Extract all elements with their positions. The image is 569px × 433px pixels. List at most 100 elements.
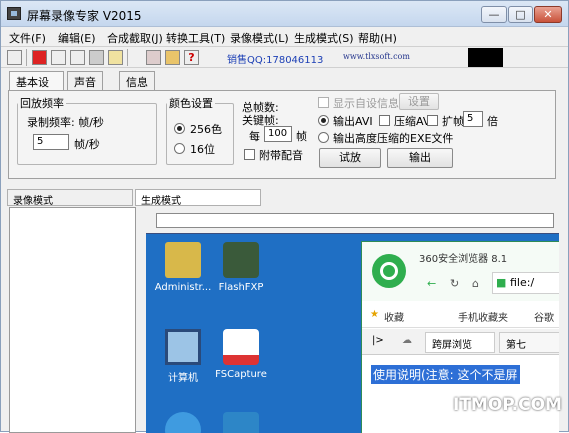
times-label: 倍 xyxy=(487,115,498,128)
toolbar-separator xyxy=(26,49,27,66)
title-bar[interactable]: 屏幕录像专家 V2015 — □ ✕ xyxy=(1,1,568,27)
keyframe-input[interactable]: 100 xyxy=(264,126,292,142)
trial-button[interactable]: 试放 xyxy=(319,148,381,168)
sales-qq: 销售QQ:178046113 xyxy=(227,55,324,66)
playback-group: 回放频率 xyxy=(17,95,157,165)
fps-unit: 帧/秒 xyxy=(74,138,100,151)
minimize-button[interactable]: — xyxy=(481,6,507,23)
browser-header: 360安全浏览器 8.1 ← ↻ ⌂ ■ file:/ xyxy=(362,242,559,301)
maximize-button[interactable]: □ xyxy=(508,6,533,23)
bookmark-google[interactable]: 谷歌 xyxy=(534,309,554,324)
360-logo-icon xyxy=(372,254,406,288)
desktop-icon-flashfxp: FlashFXP xyxy=(206,242,276,293)
color-256-radio[interactable] xyxy=(174,123,185,134)
desktop-icon-fscapture-label: FSCapture xyxy=(215,369,267,380)
selected-text: 使用说明(注意: 这个不是屏 xyxy=(371,365,520,384)
output-button[interactable]: 输出 xyxy=(387,148,453,168)
output-avi-radio[interactable] xyxy=(318,115,329,126)
refresh-icon[interactable]: ↻ xyxy=(450,277,459,290)
toolbar: ? 销售QQ:178046113 www.tlxsoft.com xyxy=(1,46,568,68)
status-field xyxy=(156,213,554,228)
browser-tab-active-label: 跨屏浏览 xyxy=(432,340,472,351)
browser-tab-second[interactable]: 第七 xyxy=(499,332,559,353)
color-256-label: 256色 xyxy=(190,123,222,136)
shield-icon: ■ xyxy=(496,276,507,289)
home-icon[interactable]: ⌂ xyxy=(472,277,479,290)
compress-avi-checkbox[interactable] xyxy=(379,115,390,126)
record-icon[interactable] xyxy=(32,50,47,65)
audio-checkbox[interactable] xyxy=(244,149,255,160)
bookmark-mobile[interactable]: 手机收藏夹 xyxy=(458,309,508,324)
flashfxp-icon xyxy=(223,242,259,278)
basic-settings-panel: 回放频率 录制频率: 帧/秒 5 帧/秒 颜色设置 256色 16位 总帧数: … xyxy=(8,90,556,179)
tab-record-mode[interactable]: 录像模式 xyxy=(7,189,133,207)
desktop-icon-fscapture: FSCapture xyxy=(206,329,276,380)
sidebar-toggle-icon[interactable]: |> xyxy=(372,335,384,346)
stop-icon[interactable] xyxy=(70,50,85,65)
playback-legend: 回放频率 xyxy=(20,97,64,110)
record-rate-label: 录制频率: 帧/秒 xyxy=(27,116,104,129)
fscapture-icon xyxy=(223,329,259,365)
help-icon[interactable]: ? xyxy=(184,50,199,65)
cloud-icon[interactable]: ☁ xyxy=(402,335,412,346)
settings-tool-icon[interactable] xyxy=(146,50,161,65)
menu-bar: 文件(F) 编辑(E) 合成截取(J) 转换工具(T) 录像模式(L) 生成模式… xyxy=(1,28,568,46)
menu-edit[interactable]: 编辑(E) xyxy=(58,30,96,46)
browser-tab-active[interactable]: 跨屏浏览 xyxy=(425,332,495,353)
address-bar[interactable]: ■ file:/ xyxy=(492,272,559,294)
app-icon xyxy=(7,7,21,20)
menu-file[interactable]: 文件(F) xyxy=(9,30,46,46)
tab-generate-mode[interactable]: 生成模式 xyxy=(135,189,261,207)
recording-list[interactable] xyxy=(9,207,136,433)
computer-icon xyxy=(165,329,201,365)
toolbar-separator xyxy=(127,49,128,66)
app-window: 屏幕录像专家 V2015 — □ ✕ 文件(F) 编辑(E) 合成截取(J) 转… xyxy=(0,0,569,433)
output-exe-label: 输出高度压缩的EXE文件 xyxy=(333,132,454,145)
browser-name: 360安全浏览器 8.1 xyxy=(419,254,508,265)
settings-button[interactable]: 设置 xyxy=(399,93,439,110)
desktop-icon-computer-label: 计算机 xyxy=(168,373,198,384)
menu-help[interactable]: 帮助(H) xyxy=(358,30,397,46)
color-16bit-label: 16位 xyxy=(190,143,215,156)
menu-compose[interactable]: 合成截取(J) xyxy=(107,30,163,46)
menu-generate-mode[interactable]: 生成模式(S) xyxy=(294,30,354,46)
tab-sound[interactable]: 声音 xyxy=(67,71,103,91)
expand-frames-label: 扩帧 xyxy=(442,115,464,128)
tab-info[interactable]: 信息 xyxy=(119,71,155,91)
show-info-label: 显示自设信息 xyxy=(333,97,399,110)
back-arrow-icon[interactable]: ← xyxy=(427,277,436,290)
app-icon-blue xyxy=(223,412,259,433)
menu-record-mode[interactable]: 录像模式(L) xyxy=(230,30,289,46)
footer-text: 《LXE播放器》用于播放屏 xyxy=(396,418,542,432)
address-text: file:/ xyxy=(510,276,535,289)
show-info-checkbox[interactable] xyxy=(318,97,329,108)
browser-tab-second-label: 第七 xyxy=(506,340,526,351)
frame-unit: 帧 xyxy=(296,130,307,143)
bookmark-favorites[interactable]: 收藏 xyxy=(384,309,404,324)
wand-icon[interactable] xyxy=(108,50,123,65)
bookmark-bar: ★ 收藏 手机收藏夹 谷歌 xyxy=(362,304,559,328)
browser-tabbar: |> ☁ 跨屏浏览 第七 xyxy=(362,329,559,355)
window-title: 屏幕录像专家 V2015 xyxy=(27,9,142,23)
output-exe-radio[interactable] xyxy=(318,132,329,143)
output-avi-label: 输出AVI xyxy=(333,115,373,128)
folder-user-icon xyxy=(165,242,201,278)
every-label: 每 xyxy=(249,130,260,143)
tab-basic[interactable]: 基本设置 xyxy=(9,71,64,105)
fps-input[interactable]: 5 xyxy=(33,134,69,150)
color-legend: 颜色设置 xyxy=(169,97,213,110)
lock-icon[interactable] xyxy=(165,50,180,65)
globe-icon xyxy=(165,412,201,433)
expand-frames-checkbox[interactable] xyxy=(427,115,438,126)
close-button[interactable]: ✕ xyxy=(534,6,562,23)
color-16bit-radio[interactable] xyxy=(174,143,185,154)
desktop-icon-flashfxp-label: FlashFXP xyxy=(218,282,264,293)
pause-icon[interactable] xyxy=(51,50,66,65)
menu-convert[interactable]: 转换工具(T) xyxy=(166,30,225,46)
desktop-icon-app xyxy=(206,412,276,433)
expand-frames-input[interactable]: 5 xyxy=(463,111,483,127)
camera-icon[interactable] xyxy=(89,50,104,65)
website-link[interactable]: www.tlxsoft.com xyxy=(343,52,410,61)
desktop-icon-admin-label: Administr... xyxy=(154,282,212,293)
new-file-icon[interactable] xyxy=(7,50,22,65)
